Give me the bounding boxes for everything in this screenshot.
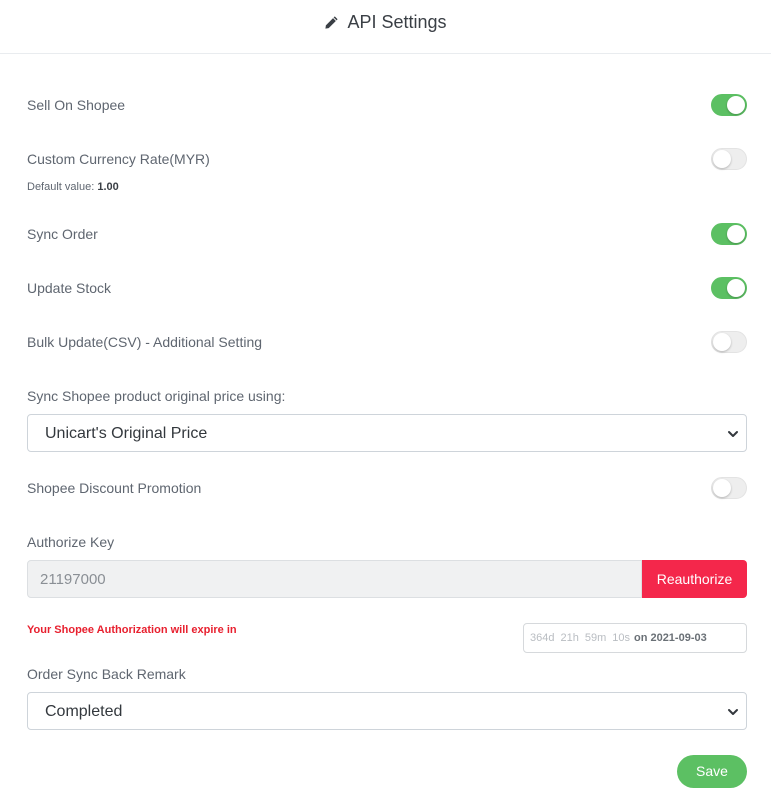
sync-order-label: Sync Order — [27, 226, 98, 242]
sell-on-shopee-toggle[interactable] — [711, 94, 747, 116]
page-title: API Settings — [347, 12, 447, 32]
remark-label: Order Sync Back Remark — [27, 666, 186, 682]
reauthorize-button[interactable]: Reauthorize — [642, 560, 747, 598]
default-value-prefix: Default value: — [27, 181, 95, 193]
authorize-key-group: 21197000 Reauthorize — [27, 560, 747, 598]
price-source-label: Sync Shopee product original price using… — [27, 388, 286, 404]
authorize-key-value: 21197000 — [40, 571, 106, 588]
remark-row: Order Sync Back Remark — [27, 666, 747, 684]
discount-promo-label: Shopee Discount Promotion — [27, 480, 202, 496]
price-source-row: Sync Shopee product original price using… — [27, 388, 747, 406]
toggle-knob — [713, 479, 731, 497]
toggle-knob — [727, 225, 745, 243]
expiry-warning: Your Shopee Authorization will expire in — [27, 624, 237, 636]
toggle-knob — [713, 333, 731, 351]
authorize-key-field[interactable]: 21197000 — [27, 560, 642, 598]
remark-select[interactable]: Completed — [27, 692, 747, 730]
pencil-icon — [325, 16, 339, 29]
toggle-knob — [713, 150, 731, 168]
sell-on-shopee-label: Sell On Shopee — [27, 97, 126, 113]
page-header: API Settings — [0, 0, 771, 54]
bulk-update-row: Bulk Update(CSV) - Additional Setting — [27, 331, 747, 353]
toggle-knob — [727, 279, 745, 297]
chevron-down-icon — [728, 431, 738, 437]
countdown-seconds: 10s — [612, 632, 630, 644]
authorize-key-row: Authorize Key — [27, 534, 747, 552]
sell-on-shopee-row: Sell On Shopee — [27, 94, 747, 116]
authorize-key-label: Authorize Key — [27, 534, 115, 550]
toggle-knob — [727, 96, 745, 114]
sync-order-row: Sync Order — [27, 223, 747, 245]
custom-currency-row: Custom Currency Rate(MYR) Default value:… — [27, 148, 747, 193]
update-stock-toggle[interactable] — [711, 277, 747, 299]
update-stock-row: Update Stock — [27, 277, 747, 299]
update-stock-label: Update Stock — [27, 280, 112, 296]
price-source-value: Unicart's Original Price — [45, 425, 208, 442]
countdown-days: 364d — [530, 632, 555, 644]
custom-currency-label: Custom Currency Rate(MYR) — [27, 151, 210, 167]
remark-value: Completed — [45, 703, 123, 720]
expiry-date: 2021-09-03 — [650, 632, 707, 644]
countdown-minutes: 59m — [584, 632, 607, 644]
custom-currency-toggle[interactable] — [711, 148, 747, 170]
bulk-update-label: Bulk Update(CSV) - Additional Setting — [27, 334, 263, 350]
countdown-hours: 21h — [560, 632, 579, 644]
default-value: 1.00 — [97, 181, 119, 193]
discount-promo-toggle[interactable] — [711, 477, 747, 499]
default-value-hint: Default value: 1.00 — [27, 181, 119, 193]
price-source-select[interactable]: Unicart's Original Price — [27, 414, 747, 452]
sync-order-toggle[interactable] — [711, 223, 747, 245]
chevron-down-icon — [728, 709, 738, 715]
countdown-on-label: on — [634, 632, 648, 644]
save-button[interactable]: Save — [677, 755, 747, 788]
expiry-countdown: 364d 21h 59m 10s on 2021-09-03 — [523, 623, 747, 653]
bulk-update-toggle[interactable] — [711, 331, 747, 353]
discount-promo-row: Shopee Discount Promotion — [27, 477, 747, 499]
